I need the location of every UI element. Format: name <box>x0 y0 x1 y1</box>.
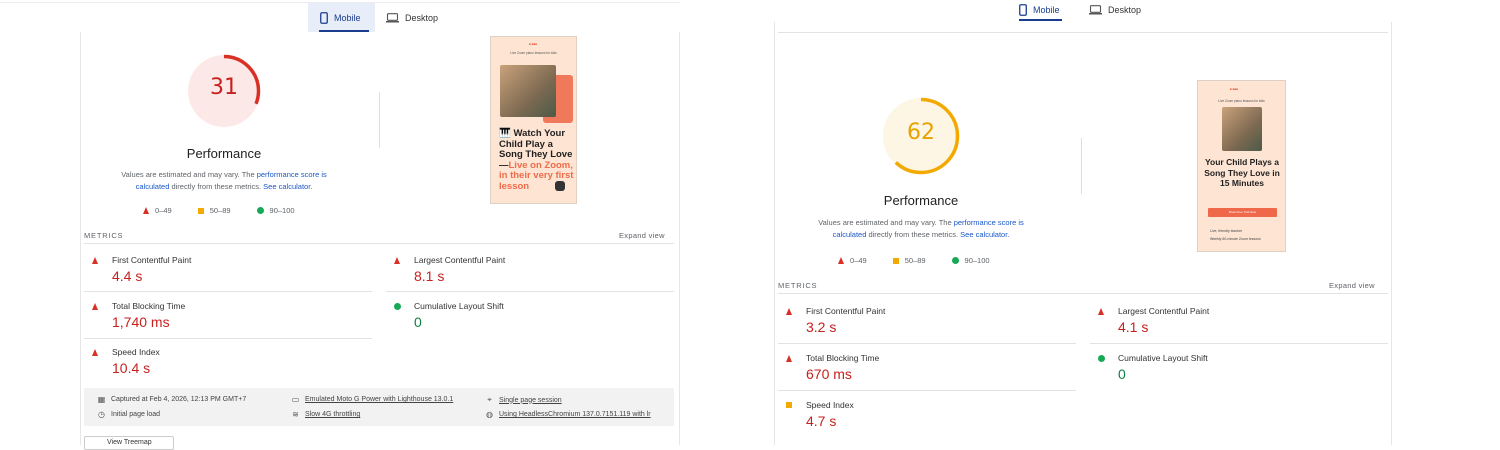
metric-name: Largest Contentful Paint <box>414 255 506 265</box>
pass-icon <box>394 303 401 310</box>
timer-icon: ◷ <box>98 410 105 419</box>
thumb-bullet: Live, friendly teacher <box>1210 229 1243 233</box>
see-calculator-link[interactable]: See calculator. <box>263 182 312 191</box>
pass-icon <box>1098 355 1105 362</box>
metric-name: First Contentful Paint <box>112 255 192 265</box>
see-calculator-link[interactable]: See calculator. <box>960 230 1009 239</box>
device-icon: ▭ <box>291 395 300 404</box>
metric-name: First Contentful Paint <box>806 306 886 316</box>
expand-view-button[interactable]: Expand view <box>619 231 665 240</box>
fail-icon <box>1098 308 1104 315</box>
wifi-icon: ≋ <box>292 410 299 419</box>
chat-widget-icon <box>555 181 565 191</box>
fail-icon <box>143 207 149 214</box>
throttling-info: ≋ Slow 4G throttling <box>292 410 361 419</box>
metric-name: Total Blocking Time <box>112 301 186 311</box>
active-tab-indicator <box>319 30 369 32</box>
device-info: ▭ Emulated Moto G Power with Lighthouse 1… <box>291 395 454 404</box>
score-legend: 0–49 50–89 90–100 <box>838 256 1016 265</box>
pass-icon <box>256 207 264 214</box>
tab-desktop-label: Desktop <box>1108 4 1142 15</box>
page-screenshot-thumbnail: ■ ■■■ Live Zoom piano lessons for kids Y… <box>1197 80 1286 252</box>
fail-icon <box>838 257 844 264</box>
metric-value: 3.2 s <box>806 319 837 335</box>
fail-icon <box>394 257 400 264</box>
metric-value: 4.1 s <box>1118 319 1149 335</box>
tab-mobile-label: Mobile <box>334 12 361 23</box>
calculated-link[interactable]: calculated <box>833 230 867 239</box>
thumb-photo <box>1222 107 1262 151</box>
average-icon <box>892 257 899 264</box>
thumb-subtitle: Live Zoom piano lessons for kids <box>1218 99 1265 103</box>
metric-value: 4.4 s <box>112 268 143 284</box>
metrics-title: METRICS <box>84 231 124 240</box>
score-legend: 0–49 50–89 90–100 <box>143 206 321 215</box>
browser-info: ◍ Using HeadlessChromium 137.0.7151.119 w… <box>486 410 651 419</box>
phone-icon <box>1019 3 1027 16</box>
metric-value: 1,740 ms <box>112 314 170 330</box>
fail-icon <box>92 349 98 356</box>
desktop-icon <box>1089 4 1102 14</box>
metric-name: Total Blocking Time <box>806 353 880 363</box>
active-tab-indicator <box>1019 19 1062 21</box>
phone-icon <box>320 11 328 24</box>
thumb-photo <box>500 65 556 117</box>
globe-icon: ◍ <box>486 410 493 419</box>
view-treemap-button[interactable]: View Treemap <box>84 436 174 450</box>
performance-label: Performance <box>186 146 262 161</box>
thumb-bullet: Weekly 60-minute Zoom lessons <box>1210 237 1261 241</box>
performance-gauge: 31 <box>186 53 262 129</box>
metric-name: Speed Index <box>806 400 854 410</box>
pass-icon <box>951 257 959 264</box>
tab-desktop[interactable]: Desktop <box>386 3 438 32</box>
metric-name: Speed Index <box>112 347 160 357</box>
performance-label: Performance <box>883 193 959 208</box>
runtime-settings: ▦ Captured at Feb 4, 2026, 12:13 PM GMT+7… <box>84 388 674 426</box>
score-value: 62 <box>907 120 935 145</box>
score-value: 31 <box>210 75 238 100</box>
session-info: ⌖ Single page session <box>485 395 561 405</box>
fail-icon <box>92 257 98 264</box>
brand-logo: ■ ■■■ <box>529 42 538 46</box>
metric-value: 10.4 s <box>112 360 151 376</box>
tab-mobile-label: Mobile <box>1033 4 1060 15</box>
metric-value: 670 ms <box>806 366 852 382</box>
metric-value: 0 <box>1118 366 1126 382</box>
metric-name: Cumulative Layout Shift <box>1118 353 1208 363</box>
fail-icon <box>92 303 98 310</box>
tab-mobile[interactable]: Mobile <box>1019 0 1062 21</box>
fail-icon <box>786 308 792 315</box>
thumb-headline: Your Child Plays a Song They Love in 15 … <box>1204 157 1280 188</box>
metric-value: 8.1 s <box>414 268 445 284</box>
metric-name: Cumulative Layout Shift <box>414 301 504 311</box>
calculated-link[interactable]: calculated <box>136 182 170 191</box>
thumb-subtitle: Live Zoom piano lessons for kids <box>510 51 557 55</box>
load-info: ◷ Initial page load <box>98 410 161 419</box>
brand-logo: ■ ■■■ <box>1230 87 1239 91</box>
page-screenshot-thumbnail: ■ ■■■ Live Zoom piano lessons for kids 🎹… <box>490 36 577 204</box>
metric-value: 0 <box>414 314 422 330</box>
metric-name: Largest Contentful Paint <box>1118 306 1210 316</box>
calendar-icon: ▦ <box>97 395 106 404</box>
average-icon <box>786 402 792 408</box>
thumb-cta-button: Book Free Trial Now <box>1208 208 1277 217</box>
desktop-icon <box>386 12 399 22</box>
tab-mobile[interactable]: Mobile <box>308 3 375 32</box>
metrics-title: METRICS <box>778 281 818 290</box>
expand-view-button[interactable]: Expand view <box>1329 281 1375 290</box>
fail-icon <box>786 355 792 362</box>
performance-score-link[interactable]: performance score is <box>954 218 1024 227</box>
average-icon <box>197 207 204 214</box>
performance-gauge: 62 <box>881 96 961 176</box>
tab-desktop[interactable]: Desktop <box>1089 0 1141 19</box>
captured-at: ▦ Captured at Feb 4, 2026, 12:13 PM GMT+7 <box>97 395 247 404</box>
cursor-icon: ⌖ <box>487 395 492 404</box>
metric-value: 4.7 s <box>806 413 837 429</box>
performance-score-link[interactable]: performance score is <box>257 170 327 179</box>
score-note: Values are estimated and may vary. The p… <box>818 218 1024 239</box>
tab-desktop-label: Desktop <box>405 12 439 23</box>
score-note: Values are estimated and may vary. The p… <box>121 170 327 191</box>
